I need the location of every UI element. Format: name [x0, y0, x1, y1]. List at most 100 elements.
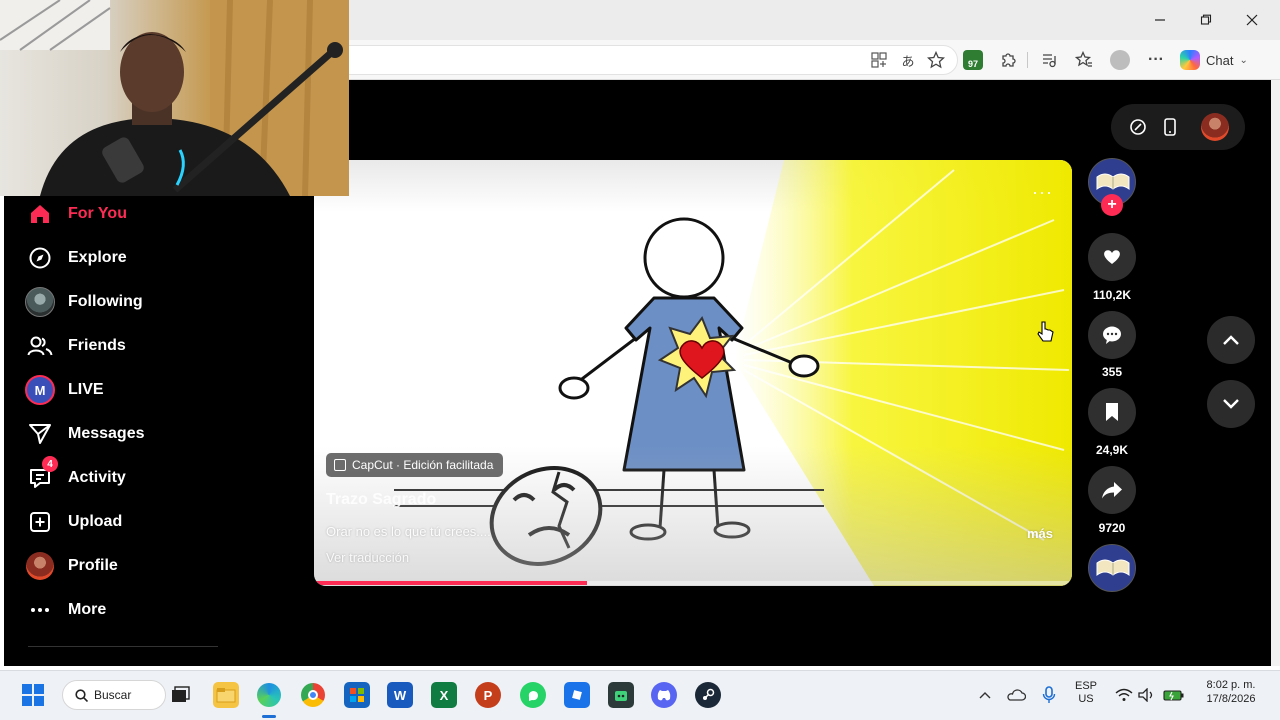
- shares-count: 9720: [1098, 521, 1126, 535]
- video-options-icon[interactable]: ···: [1032, 182, 1053, 203]
- more-icon: [24, 594, 56, 626]
- star-icon[interactable]: [925, 49, 947, 71]
- video-progress-fill: [314, 581, 587, 585]
- favorites-icon[interactable]: [1073, 49, 1095, 71]
- sidebar-item-friends[interactable]: Friends: [24, 328, 284, 364]
- screen: あ 97 ··· Chat ⌄ For You Explore Followin…: [0, 0, 1280, 720]
- taskbar-search[interactable]: Buscar: [62, 680, 166, 710]
- video-progress-bar[interactable]: [314, 581, 1072, 585]
- previous-video-button[interactable]: [1207, 316, 1255, 364]
- copilot-chat-button[interactable]: Chat ⌄: [1180, 48, 1248, 72]
- steam-icon[interactable]: [695, 682, 721, 708]
- media-control-icon[interactable]: [1038, 49, 1060, 71]
- sidebar-item-upload[interactable]: Upload: [24, 504, 284, 540]
- follow-plus-button[interactable]: +: [1101, 194, 1123, 216]
- translate-link[interactable]: Ver traducción: [326, 550, 409, 565]
- discord-icon[interactable]: [651, 682, 677, 708]
- extension-badge-count: 97: [963, 50, 983, 70]
- toolbar-separator: [1027, 52, 1028, 68]
- search-label: Buscar: [94, 688, 132, 702]
- sidebar-item-label: Upload: [68, 513, 123, 530]
- chevron-down-icon: [1223, 399, 1239, 409]
- puzzle-icon[interactable]: [997, 49, 1019, 71]
- copilot-icon: [1180, 50, 1200, 70]
- sidebar-item-label: Friends: [68, 337, 126, 354]
- file-explorer-icon[interactable]: [213, 682, 239, 708]
- edge-browser-icon[interactable]: [256, 682, 282, 708]
- sidebar-item-following[interactable]: Following: [24, 284, 284, 320]
- microsoft-store-icon[interactable]: [344, 682, 370, 708]
- live-avatar-icon: M: [24, 374, 56, 406]
- sidebar-item-explore[interactable]: Explore: [24, 240, 284, 276]
- sidebar-item-live[interactable]: M LIVE: [24, 372, 284, 408]
- app-install-icon[interactable]: [868, 49, 890, 71]
- windows-taskbar: Buscar W X P ESP US 8:02 p. m. 17/8/2026: [0, 670, 1280, 720]
- search-icon: [75, 688, 88, 702]
- restore-icon[interactable]: [1186, 6, 1226, 34]
- extension-badge-icon[interactable]: 97: [962, 49, 984, 71]
- profile-avatar-icon: [24, 550, 56, 582]
- settings-more-icon[interactable]: ···: [1145, 49, 1167, 71]
- microphone-icon[interactable]: [1036, 682, 1062, 708]
- capcut-tag[interactable]: CapCut · Edición facilitada: [326, 453, 504, 477]
- user-avatar[interactable]: [1201, 113, 1229, 141]
- chevron-up-icon[interactable]: [972, 682, 998, 708]
- chrome-icon[interactable]: [300, 682, 326, 708]
- share-arrow-icon: [1102, 482, 1122, 499]
- capcut-tag-label: CapCut · Edición facilitada: [352, 458, 494, 472]
- sidebar-item-label: LIVE: [68, 381, 104, 398]
- app-robot-icon[interactable]: [608, 682, 634, 708]
- volume-icon[interactable]: [1134, 682, 1160, 708]
- capcut-icon: [334, 459, 346, 471]
- excel-icon[interactable]: X: [431, 682, 457, 708]
- sidebar-item-label: Profile: [68, 557, 118, 574]
- likes-count: 110,2K: [1092, 288, 1132, 302]
- powerpoint-icon[interactable]: P: [475, 682, 501, 708]
- language-indicator[interactable]: ESP US: [1070, 680, 1102, 705]
- language-top: ESP: [1074, 680, 1097, 692]
- profile-avatar-icon[interactable]: [1109, 49, 1131, 71]
- share-button[interactable]: [1088, 466, 1136, 514]
- whatsapp-icon[interactable]: [520, 682, 546, 708]
- video-player[interactable]: ··· CapCut · Edición facilitada Trazo Sa…: [314, 160, 1072, 586]
- comment-button[interactable]: [1088, 311, 1136, 359]
- word-icon[interactable]: W: [387, 682, 413, 708]
- app-blue-icon[interactable]: [564, 682, 590, 708]
- mouse-cursor: [1037, 320, 1055, 349]
- clock[interactable]: 8:02 p. m. 17/8/2026: [1196, 679, 1266, 705]
- sound-disc[interactable]: [1088, 544, 1136, 592]
- windows-start-icon[interactable]: [20, 682, 46, 708]
- clock-date: 17/8/2026: [1206, 693, 1256, 705]
- chat-label: Chat: [1206, 52, 1234, 68]
- sidebar-item-more[interactable]: More: [24, 592, 284, 628]
- sidebar-item-activity[interactable]: 4 Activity: [24, 456, 284, 496]
- onedrive-cloud-icon[interactable]: [1003, 682, 1029, 708]
- translate-icon[interactable]: あ: [897, 49, 919, 71]
- sidebar-nav: For You Explore Following Friends M LIVE…: [4, 194, 304, 664]
- sidebar-item-messages[interactable]: Messages: [24, 416, 284, 452]
- battery-icon[interactable]: [1161, 682, 1187, 708]
- minimize-icon[interactable]: [1140, 6, 1180, 34]
- page-edge: [1271, 80, 1280, 666]
- close-icon[interactable]: [1232, 6, 1272, 34]
- like-button[interactable]: [1088, 233, 1136, 281]
- upload-icon: [24, 506, 56, 538]
- saves-count: 24,9K: [1095, 443, 1129, 457]
- address-bar[interactable]: [330, 45, 958, 75]
- comments-count: 355: [1101, 365, 1123, 379]
- sidebar-item-label: Explore: [68, 249, 127, 266]
- active-app-indicator: [262, 715, 276, 718]
- sidebar-item-profile[interactable]: Profile: [24, 548, 284, 584]
- video-author[interactable]: Trazo Sagrado: [326, 491, 436, 509]
- mobile-app-icon[interactable]: [1160, 117, 1180, 137]
- chevron-down-icon: ⌄: [1239, 54, 1248, 66]
- caption-more-link[interactable]: más: [1027, 526, 1053, 541]
- chevron-up-icon: [1223, 335, 1239, 345]
- save-button[interactable]: [1088, 388, 1136, 436]
- bookmark-icon: [1106, 403, 1118, 421]
- next-video-button[interactable]: [1207, 380, 1255, 428]
- discover-icon[interactable]: [1128, 117, 1148, 137]
- task-view-icon[interactable]: [168, 682, 194, 708]
- sidebar-item-for-you[interactable]: For You: [24, 196, 284, 232]
- home-icon: [24, 198, 56, 230]
